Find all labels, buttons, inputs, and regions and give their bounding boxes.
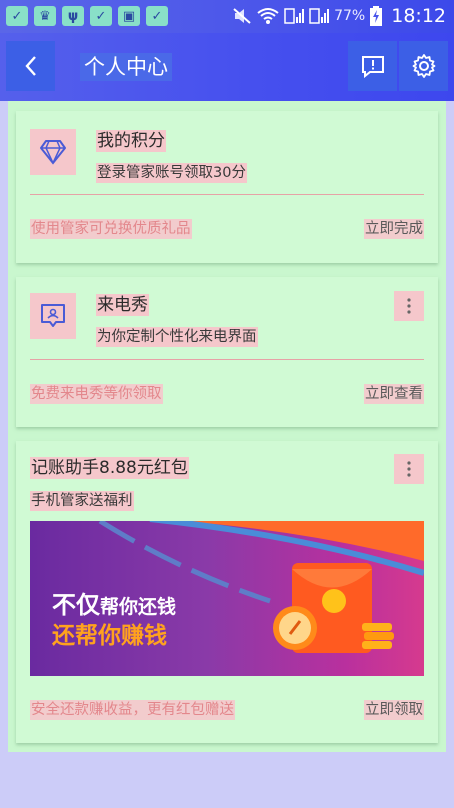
card-footer-text: 免费来电秀等你领取 xyxy=(30,384,163,404)
clock: 18:12 xyxy=(391,5,446,27)
feedback-icon xyxy=(361,56,384,78)
sim1-signal-icon xyxy=(284,8,305,24)
complete-now-link[interactable]: 立即完成 xyxy=(364,219,424,239)
card-footer-text: 安全还款赚收益，更有红包赠送 xyxy=(30,700,235,720)
more-vertical-icon xyxy=(407,298,411,314)
caller-show-icon xyxy=(41,304,65,327)
diamond-icon xyxy=(40,140,66,165)
more-options-button[interactable] xyxy=(394,454,424,484)
notification-icons: ✓ ♛ ψ ✓ ▣ ✓ xyxy=(6,6,168,26)
points-card[interactable]: 我的积分 登录管家账号领取30分 使用管家可兑换优质礼品 立即完成 xyxy=(16,111,438,263)
card-title: 我的积分 xyxy=(96,130,166,152)
battery-charging-icon xyxy=(370,6,383,26)
system-indicators: 77% 18:12 xyxy=(232,5,446,27)
page-title: 个人中心 xyxy=(80,53,172,81)
gear-icon xyxy=(412,54,435,78)
caller-show-icon-box xyxy=(30,293,76,339)
mute-icon xyxy=(233,8,251,24)
app-bar: 个人中心 xyxy=(0,33,454,101)
points-icon-box xyxy=(30,129,76,175)
banner-subheadline: 还帮你赚钱 xyxy=(52,623,167,649)
view-now-link[interactable]: 立即查看 xyxy=(364,384,424,404)
more-vertical-icon xyxy=(407,461,411,477)
banner-headline: 不仅帮你还钱 xyxy=(52,591,176,621)
shield-notification-icon: ✓ xyxy=(6,6,28,26)
card-subtitle: 为你定制个性化来电界面 xyxy=(96,327,258,347)
card-footer-text: 使用管家可兑换优质礼品 xyxy=(30,219,192,239)
card-subtitle: 登录管家账号领取30分 xyxy=(96,163,247,183)
status-bar: ✓ ♛ ψ ✓ ▣ ✓ 77% 18:12 xyxy=(0,0,454,33)
crown-notification-icon: ♛ xyxy=(34,6,56,26)
banner-headline-big: 不仅 xyxy=(52,591,100,619)
battery-percentage: 77% xyxy=(334,8,366,24)
chevron-left-icon xyxy=(24,56,36,76)
shield-notification-icon: ✓ xyxy=(90,6,112,26)
feedback-button[interactable] xyxy=(348,41,397,91)
divider xyxy=(30,359,424,360)
caller-show-card[interactable]: 来电秀 为你定制个性化来电界面 免费来电秀等你领取 立即查看 xyxy=(16,277,438,427)
more-options-button[interactable] xyxy=(394,291,424,321)
sim2-signal-icon xyxy=(309,8,330,24)
content-panel: 我的积分 登录管家账号领取30分 使用管家可兑换优质礼品 立即完成 来电秀 为你… xyxy=(8,101,446,752)
promo-banner[interactable]: 不仅帮你还钱 还帮你赚钱 xyxy=(30,521,424,676)
settings-button[interactable] xyxy=(399,41,448,91)
usb-icon: ψ xyxy=(62,6,84,26)
card-title: 来电秀 xyxy=(96,294,149,316)
divider xyxy=(30,194,424,195)
red-packet-card[interactable]: 记账助手8.88元红包 手机管家送福利 不仅帮你还钱 还帮你赚钱 安全还款赚收益… xyxy=(16,441,438,743)
card-subtitle: 手机管家送福利 xyxy=(30,491,134,511)
wifi-icon xyxy=(257,8,279,24)
banner-headline-small: 帮你还钱 xyxy=(100,596,177,618)
image-notification-icon: ▣ xyxy=(118,6,140,26)
back-button[interactable] xyxy=(6,41,55,91)
shield-notification-icon: ✓ xyxy=(146,6,168,26)
card-title: 记账助手8.88元红包 xyxy=(30,457,189,479)
claim-now-link[interactable]: 立即领取 xyxy=(364,700,424,720)
